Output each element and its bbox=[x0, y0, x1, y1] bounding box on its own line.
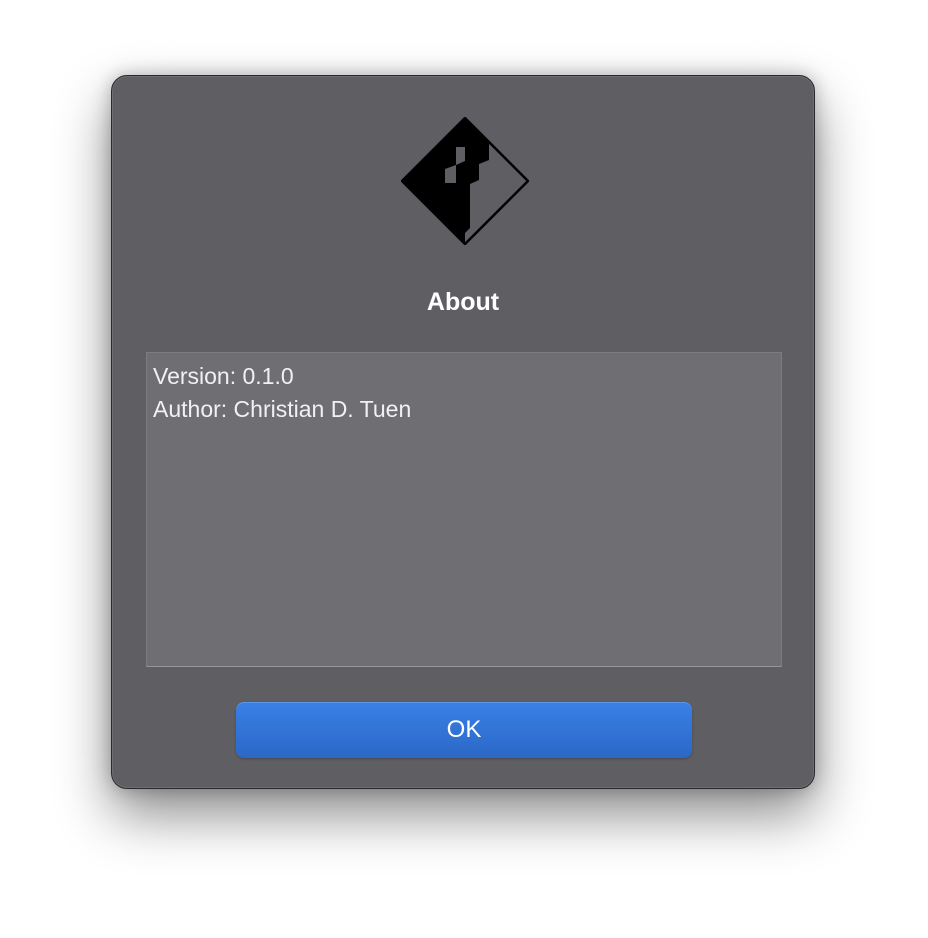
author-text: Author: Christian D. Tuen bbox=[153, 396, 412, 422]
info-text-area: Version: 0.1.0 Author: Christian D. Tuen bbox=[146, 352, 782, 667]
ok-button[interactable]: OK bbox=[236, 702, 692, 758]
about-dialog: About Version: 0.1.0 Author: Christian D… bbox=[111, 75, 815, 789]
version-text: Version: 0.1.0 bbox=[153, 363, 294, 389]
diamond-f-logo-icon bbox=[401, 117, 529, 245]
dialog-title: About bbox=[426, 288, 500, 316]
